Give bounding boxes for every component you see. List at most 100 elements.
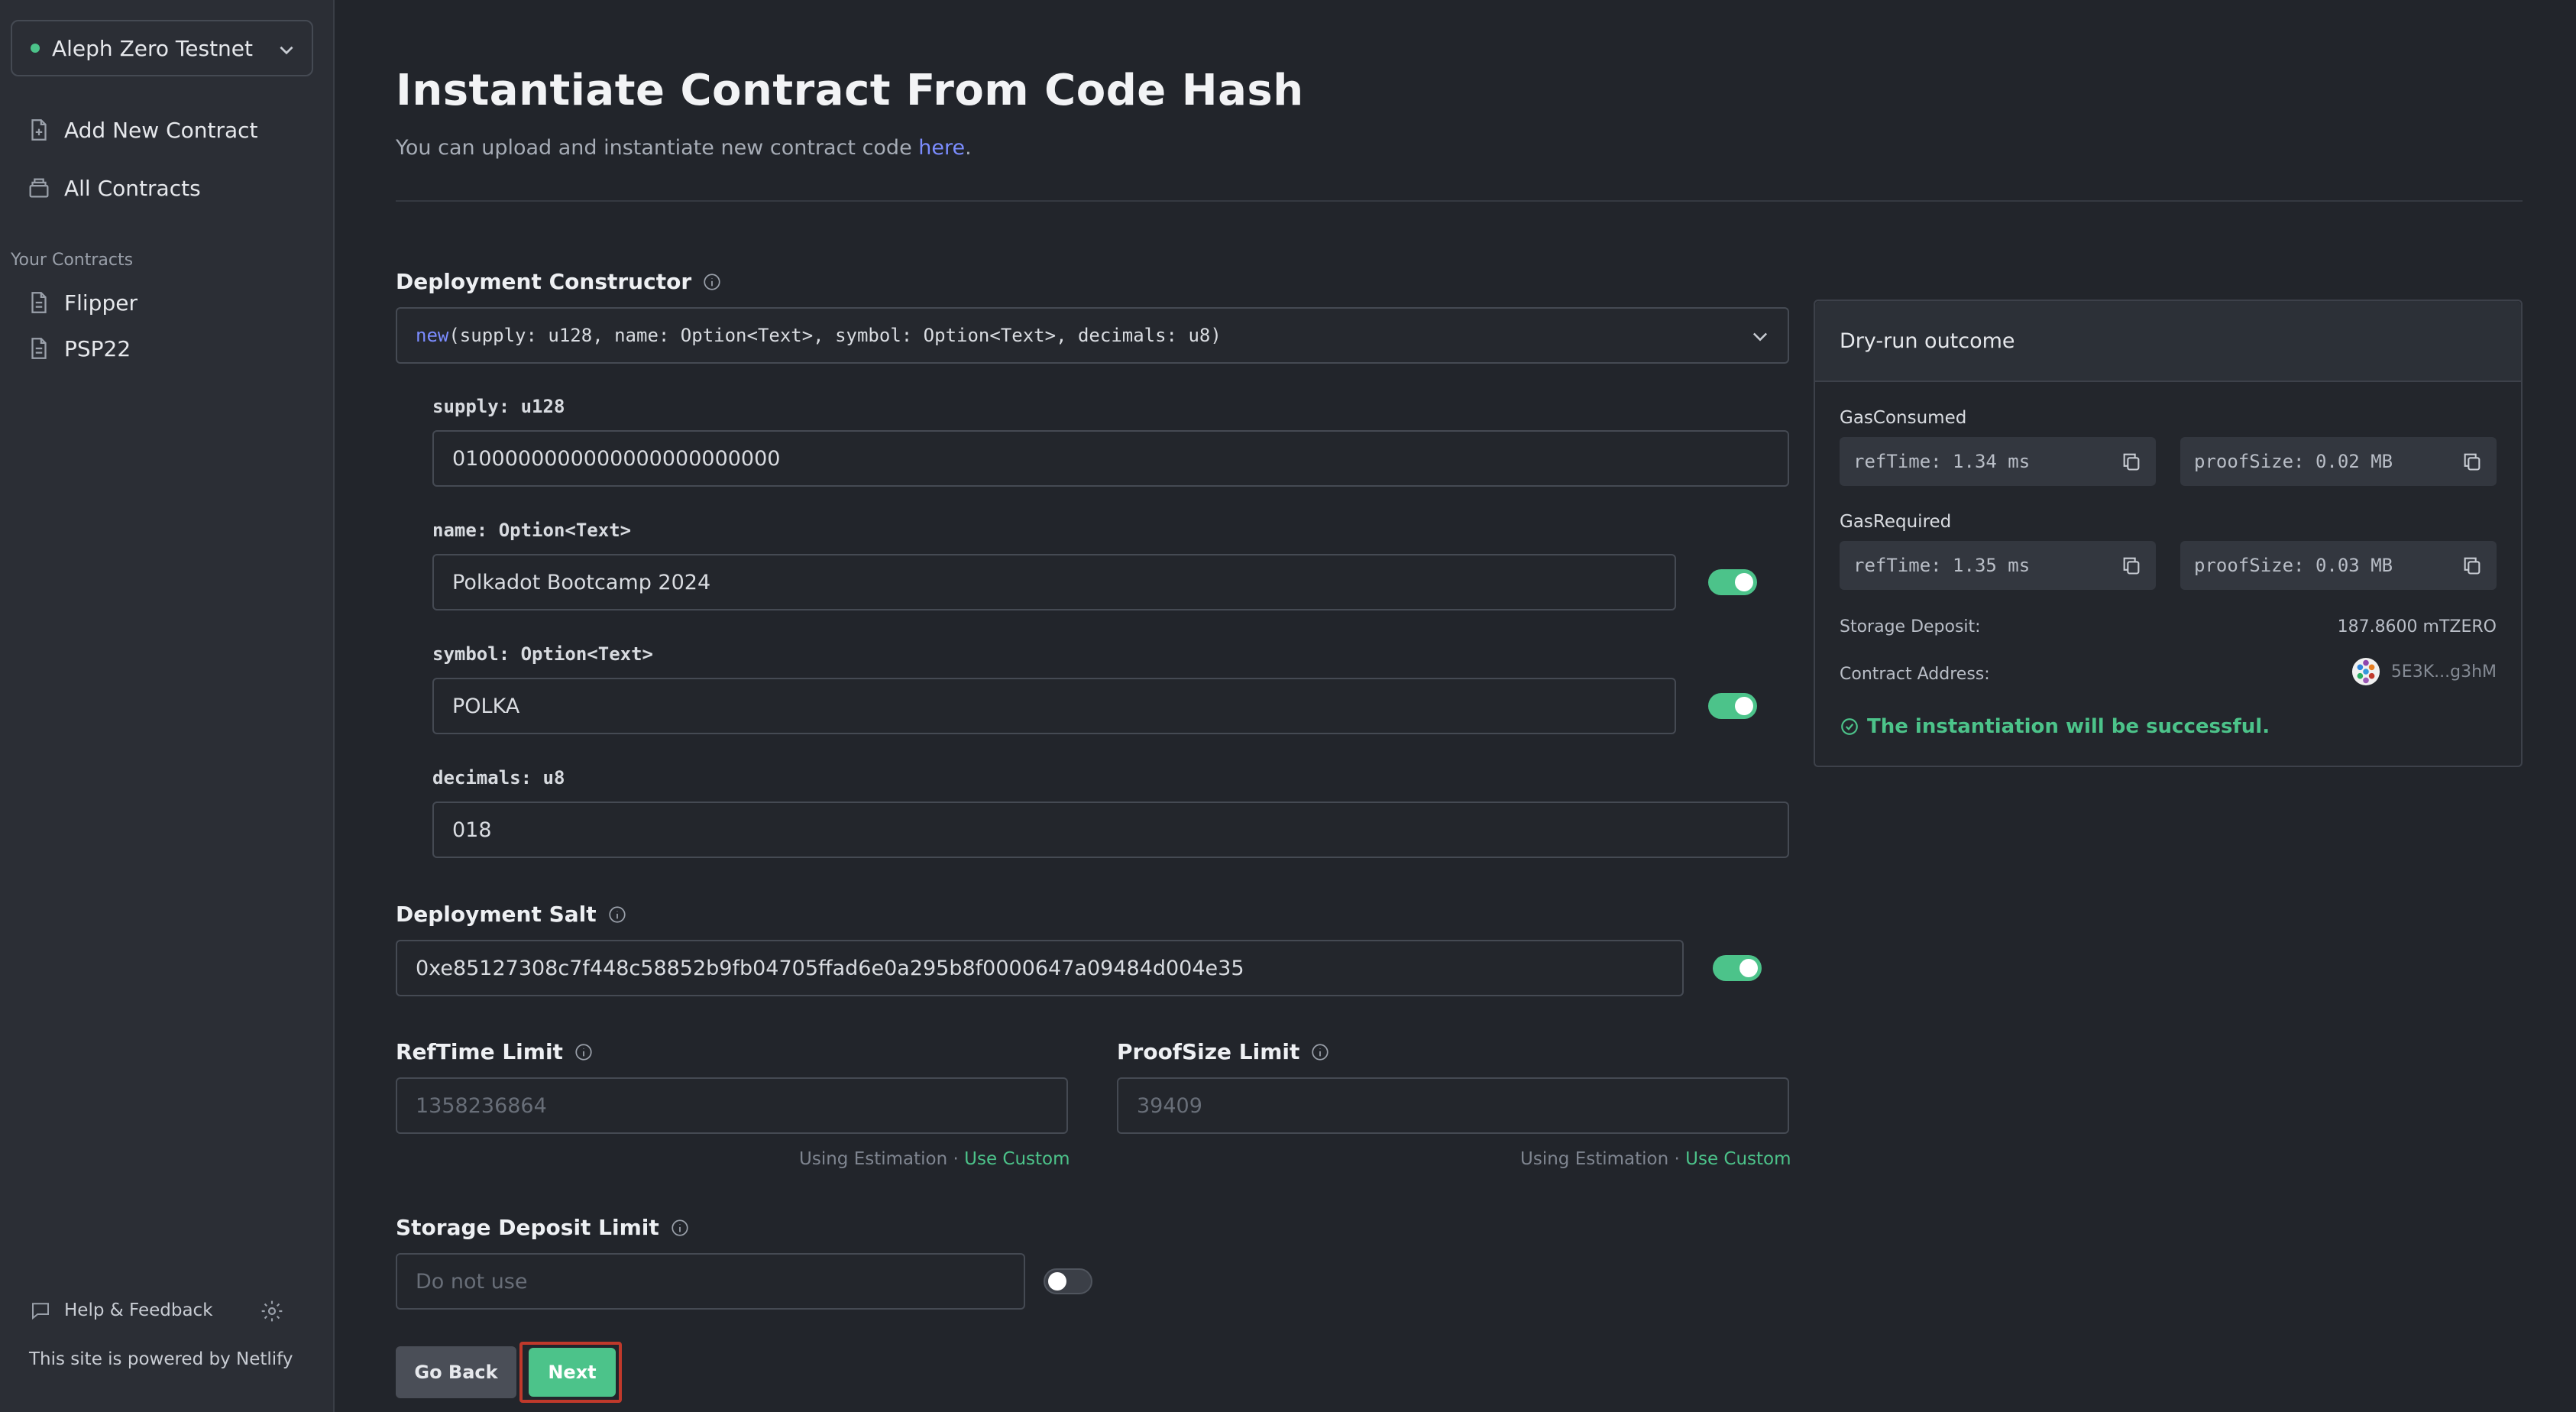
subtitle-text: You can upload and instantiate new contr… [396, 136, 919, 160]
success-message-text: The instantiation will be successful. [1867, 715, 2270, 738]
gas-consumed-reftime-value: refTime: 1.34 ms [1853, 451, 2031, 472]
network-name: Aleph Zero Testnet [52, 35, 254, 61]
supply-label: supply: u128 [432, 396, 565, 417]
supply-input[interactable]: 0100000000000000000000000 [432, 430, 1789, 487]
gas-consumed-proofsize: proofSize: 0.02 MB [2180, 437, 2497, 486]
app: Aleph Zero Testnet Add New Contract All … [0, 0, 2576, 1412]
upload-here-link[interactable]: here [918, 136, 965, 160]
help-label: Help & Feedback [64, 1300, 213, 1320]
your-contracts-heading: Your Contracts [11, 251, 134, 270]
nav-all-contracts[interactable]: All Contracts [26, 167, 201, 209]
storage-limit-toggle[interactable] [1044, 1268, 1092, 1294]
contract-label: Flipper [64, 290, 138, 316]
proofsize-label: ProofSize Limit [1117, 1039, 1330, 1064]
info-icon[interactable] [702, 272, 722, 292]
decimals-label: decimals: u8 [432, 767, 565, 789]
gas-required-proofsize-value: proofSize: 0.03 MB [2194, 555, 2393, 576]
storage-limit-input[interactable]: Do not use [396, 1253, 1025, 1310]
constructor-signature: (supply: u128, name: Option<Text>, symbo… [448, 325, 1222, 346]
name-input[interactable]: Polkadot Bootcamp 2024 [432, 554, 1676, 610]
page-title: Instantiate Contract From Code Hash [396, 66, 1304, 115]
nav-add-new-contract[interactable]: Add New Contract [26, 108, 258, 151]
using-estimation-text: Using Estimation [799, 1149, 948, 1169]
gas-consumed-proofsize-value: proofSize: 0.02 MB [2194, 451, 2393, 472]
proofsize-input[interactable]: 39409 [1117, 1077, 1789, 1134]
nav-label: All Contracts [64, 175, 201, 201]
contract-address-label: Contract Address: [1840, 665, 1990, 684]
subtitle-suffix: . [965, 136, 972, 160]
proofsize-estimation-line: Using Estimation · Use Custom [1520, 1149, 1791, 1169]
constructor-label-text: Deployment Constructor [396, 269, 692, 294]
dry-run-panel: Dry-run outcome GasConsumed refTime: 1.3… [1814, 300, 2523, 767]
salt-toggle[interactable] [1713, 955, 1762, 981]
identicon-icon [2351, 657, 2380, 686]
constructor-select[interactable]: new (supply: u128, name: Option<Text>, sy… [396, 307, 1789, 364]
gas-consumed-label: GasConsumed [1840, 408, 1967, 428]
symbol-input[interactable]: POLKA [432, 678, 1676, 734]
contract-address-value: 5E3K...g3hM [2390, 662, 2497, 682]
chevron-down-icon [280, 46, 293, 55]
copy-icon[interactable] [2461, 555, 2483, 576]
next-button-highlight: Next [519, 1342, 622, 1403]
reftime-use-custom-link[interactable]: Use Custom [964, 1149, 1070, 1169]
salt-label-text: Deployment Salt [396, 902, 597, 927]
gas-required-label: GasRequired [1840, 512, 1952, 532]
using-estimation-text: Using Estimation [1520, 1149, 1669, 1169]
info-icon[interactable] [1310, 1042, 1330, 1062]
chevron-down-icon [1752, 332, 1768, 342]
name-toggle[interactable] [1708, 569, 1757, 595]
info-icon[interactable] [670, 1218, 690, 1238]
constructor-label: Deployment Constructor [396, 269, 722, 294]
stack-icon [29, 178, 49, 198]
proofsize-label-text: ProofSize Limit [1117, 1039, 1300, 1064]
reftime-estimation-line: Using Estimation · Use Custom [799, 1149, 1070, 1169]
powered-by-text: This site is powered by Netlify [29, 1349, 293, 1369]
copy-icon[interactable] [2461, 451, 2483, 472]
reftime-input[interactable]: 1358236864 [396, 1077, 1068, 1134]
contract-label: PSP22 [64, 335, 131, 361]
storage-limit-label: Storage Deposit Limit [396, 1215, 690, 1240]
success-message: The instantiation will be successful. [1840, 715, 2270, 738]
document-icon [31, 292, 47, 313]
gas-required-reftime: refTime: 1.35 ms [1840, 541, 2156, 590]
page-subtitle: You can upload and instantiate new contr… [396, 136, 972, 160]
dry-run-title: Dry-run outcome [1815, 301, 2521, 382]
decimals-input[interactable]: 018 [432, 802, 1789, 858]
salt-input[interactable]: 0xe85127308c7f448c58852b9fb04705ffad6e0a… [396, 940, 1684, 996]
divider [396, 200, 2523, 202]
chat-icon [32, 1303, 49, 1320]
gas-required-proofsize: proofSize: 0.03 MB [2180, 541, 2497, 590]
symbol-toggle[interactable] [1708, 693, 1757, 719]
separator: · [953, 1149, 959, 1169]
info-icon[interactable] [574, 1042, 594, 1062]
copy-icon[interactable] [2121, 451, 2142, 472]
contract-item-flipper[interactable]: Flipper [26, 281, 138, 324]
sidebar: Aleph Zero Testnet Add New Contract All … [0, 0, 335, 1412]
copy-icon[interactable] [2121, 555, 2142, 576]
salt-label: Deployment Salt [396, 902, 627, 927]
constructor-keyword: new [416, 325, 449, 346]
gas-consumed-reftime: refTime: 1.34 ms [1840, 437, 2156, 486]
name-label: name: Option<Text> [432, 520, 632, 541]
storage-deposit-value: 187.8600 mTZERO [2337, 617, 2497, 636]
nav-label: Add New Contract [64, 117, 258, 143]
storage-deposit-label: Storage Deposit: [1840, 617, 1981, 636]
contract-item-psp22[interactable]: PSP22 [26, 327, 131, 370]
contract-address[interactable]: 5E3K...g3hM [2351, 657, 2497, 686]
gear-icon[interactable] [260, 1299, 284, 1323]
document-icon [31, 338, 47, 359]
go-back-button[interactable]: Go Back [396, 1346, 516, 1398]
next-button[interactable]: Next [529, 1348, 616, 1397]
network-select[interactable]: Aleph Zero Testnet [11, 20, 313, 76]
check-circle-icon [1841, 718, 1858, 735]
gas-required-reftime-value: refTime: 1.35 ms [1853, 555, 2031, 576]
file-plus-icon [31, 119, 47, 141]
reftime-label-text: RefTime Limit [396, 1039, 563, 1064]
separator: · [1674, 1149, 1680, 1169]
proofsize-use-custom-link[interactable]: Use Custom [1685, 1149, 1791, 1169]
info-icon[interactable] [607, 905, 627, 925]
network-status-dot [31, 44, 40, 53]
help-feedback-link[interactable]: Help & Feedback [29, 1299, 213, 1322]
symbol-label: symbol: Option<Text> [432, 643, 653, 665]
reftime-label: RefTime Limit [396, 1039, 594, 1064]
